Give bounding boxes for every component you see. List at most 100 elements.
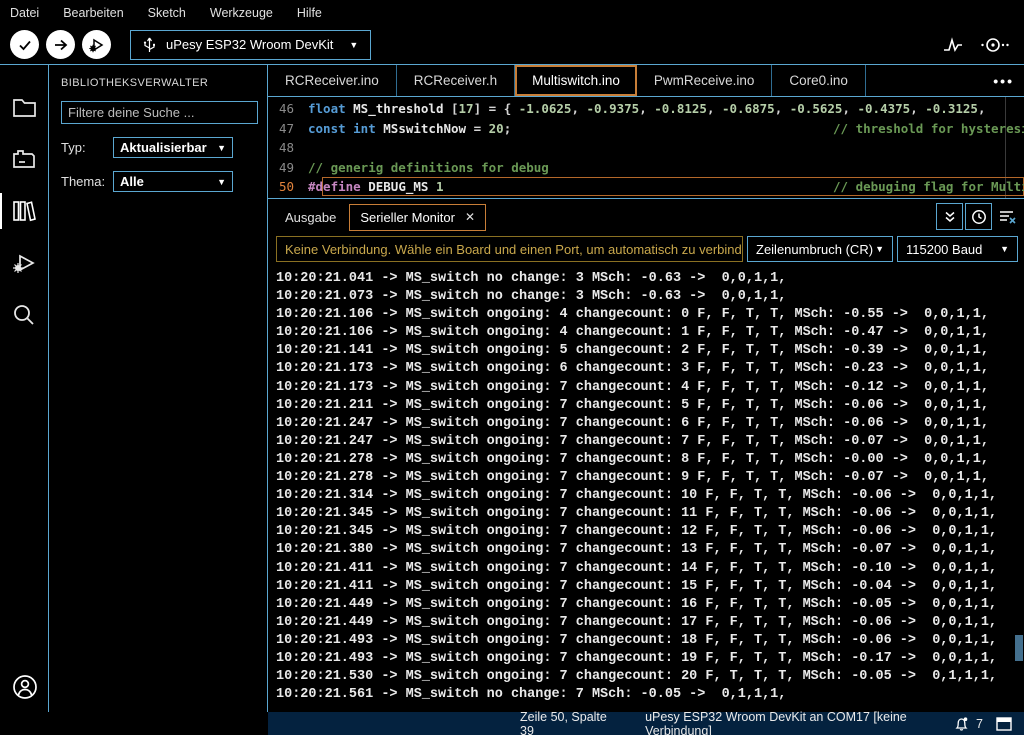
toggle-timestamp-button[interactable] bbox=[965, 203, 992, 230]
board-connection-status[interactable]: uPesy ESP32 Wroom DevKit an COM17 [keine… bbox=[645, 710, 954, 735]
serial-line: 10:20:21.411 -> MS_switch ongoing: 7 cha… bbox=[276, 578, 1024, 596]
serial-line: 10:20:21.530 -> MS_switch ongoing: 7 cha… bbox=[276, 668, 1024, 686]
chevron-down-icon: ▼ bbox=[1000, 244, 1009, 254]
tab-overflow-menu[interactable]: ••• bbox=[993, 65, 1014, 96]
serial-line: 10:20:21.314 -> MS_switch ongoing: 7 cha… bbox=[276, 487, 1024, 505]
code-text: const int MSswitchNow = 20; bbox=[308, 119, 511, 139]
serial-line: 10:20:21.345 -> MS_switch ongoing: 7 cha… bbox=[276, 523, 1024, 541]
library-manager-title: BIBLIOTHEKSVERWALTER bbox=[61, 77, 257, 89]
editor-tab-rcreceiver-ino[interactable]: RCReceiver.ino bbox=[268, 65, 397, 96]
menu-item-datei[interactable]: Datei bbox=[10, 6, 39, 20]
tab-output[interactable]: Ausgabe bbox=[285, 210, 336, 225]
code-text: float MS_threshold [17] = { -1.0625, -0.… bbox=[308, 99, 985, 119]
sidebar-item-sketchbook[interactable] bbox=[0, 81, 49, 133]
clear-output-button[interactable] bbox=[994, 203, 1020, 230]
line-ending-value: Zeilenumbruch (CR) bbox=[756, 242, 873, 257]
line-number: 47 bbox=[268, 119, 308, 139]
serial-line: 10:20:21.380 -> MS_switch ongoing: 7 cha… bbox=[276, 541, 1024, 559]
code-line-50: 50#define DEBUG_MS 1// debuging flag for… bbox=[268, 177, 1024, 197]
menu-item-bearbeiten[interactable]: Bearbeiten bbox=[63, 6, 123, 20]
topic-filter-dropdown[interactable]: Alle ▼ bbox=[113, 171, 233, 192]
chevron-down-icon: ▼ bbox=[875, 244, 884, 254]
board-icon bbox=[11, 148, 37, 170]
library-manager-panel: BIBLIOTHEKSVERWALTER Typ: Aktualisierbar… bbox=[49, 65, 268, 712]
cursor-position: Zeile 50, Spalte 39 bbox=[520, 710, 617, 735]
clear-output-icon bbox=[999, 209, 1016, 224]
serial-plotter-icon[interactable] bbox=[942, 36, 964, 54]
verify-button[interactable] bbox=[10, 30, 39, 59]
menu-item-hilfe[interactable]: Hilfe bbox=[297, 6, 322, 20]
sidebar-item-boards-manager[interactable] bbox=[0, 133, 49, 185]
serial-line: 10:20:21.173 -> MS_switch ongoing: 6 cha… bbox=[276, 360, 1024, 378]
code-line-48: 48 bbox=[268, 138, 1024, 158]
line-ending-dropdown[interactable]: Zeilenumbruch (CR) ▼ bbox=[747, 236, 893, 262]
code-editor[interactable]: 46float MS_threshold [17] = { -1.0625, -… bbox=[268, 97, 1024, 198]
editor-tab-multiswitch-ino[interactable]: Multiswitch.ino bbox=[515, 65, 637, 96]
serial-line: 10:20:21.106 -> MS_switch ongoing: 4 cha… bbox=[276, 324, 1024, 342]
collapse-panel-button[interactable] bbox=[936, 203, 963, 230]
topic-filter-label: Thema: bbox=[61, 174, 113, 189]
check-icon bbox=[17, 37, 33, 53]
activity-bar bbox=[0, 65, 49, 712]
account-button[interactable] bbox=[12, 674, 38, 700]
editor-tabstrip: RCReceiver.inoRCReceiver.hMultiswitch.in… bbox=[268, 65, 1024, 97]
trailing-comment: // debuging flag for Multiswitch bbox=[833, 177, 1024, 197]
line-number: 48 bbox=[268, 138, 308, 158]
topic-filter-value: Alle bbox=[120, 174, 144, 189]
serial-line: 10:20:21.247 -> MS_switch ongoing: 7 cha… bbox=[276, 433, 1024, 451]
serial-line: 10:20:21.211 -> MS_switch ongoing: 7 cha… bbox=[276, 397, 1024, 415]
serial-line: 10:20:21.449 -> MS_switch ongoing: 7 cha… bbox=[276, 614, 1024, 632]
serial-line: 10:20:21.141 -> MS_switch ongoing: 5 cha… bbox=[276, 342, 1024, 360]
sidebar-item-library-manager[interactable] bbox=[0, 185, 49, 237]
chevron-down-icon: ▼ bbox=[349, 40, 358, 50]
type-filter-value: Aktualisierbar bbox=[120, 140, 207, 155]
account-icon bbox=[12, 674, 38, 700]
line-number: 46 bbox=[268, 99, 308, 119]
chevron-down-icon: ▼ bbox=[217, 177, 226, 187]
bottom-panel: Ausgabe Serieller Monitor ✕ bbox=[268, 198, 1024, 712]
library-books-icon bbox=[11, 199, 37, 223]
library-search-input[interactable] bbox=[61, 101, 258, 124]
serial-monitor-icon[interactable] bbox=[980, 36, 1010, 54]
clock-icon bbox=[971, 209, 987, 225]
serial-line: 10:20:21.106 -> MS_switch ongoing: 4 cha… bbox=[276, 306, 1024, 324]
editor-tab-rcreceiver-h[interactable]: RCReceiver.h bbox=[397, 65, 515, 96]
close-icon[interactable]: ✕ bbox=[465, 210, 475, 224]
serial-line: 10:20:21.073 -> MS_switch no change: 3 M… bbox=[276, 288, 1024, 306]
editor-tab-core0-ino[interactable]: Core0.ino bbox=[772, 65, 866, 96]
baud-rate-dropdown[interactable]: 115200 Baud ▼ bbox=[897, 236, 1018, 262]
tab-serial-monitor[interactable]: Serieller Monitor ✕ bbox=[349, 204, 486, 231]
notification-count: 7 bbox=[976, 717, 983, 731]
baud-rate-value: 115200 Baud bbox=[906, 242, 982, 257]
status-bar: Zeile 50, Spalte 39 uPesy ESP32 Wroom De… bbox=[0, 712, 1024, 735]
serial-line: 10:20:21.493 -> MS_switch ongoing: 7 cha… bbox=[276, 650, 1024, 668]
serial-monitor-toolbar: Keine Verbindung. Wähle ein Board und ei… bbox=[268, 235, 1024, 267]
toggle-panel-icon[interactable] bbox=[996, 717, 1012, 731]
debug-icon bbox=[11, 251, 37, 275]
serial-line: 10:20:21.278 -> MS_switch ongoing: 7 cha… bbox=[276, 469, 1024, 487]
menu-item-werkzeuge[interactable]: Werkzeuge bbox=[210, 6, 273, 20]
trailing-comment: // threshold for hysteresis bbox=[833, 119, 1024, 139]
board-selector[interactable]: uPesy ESP32 Wroom DevKit ▼ bbox=[130, 30, 371, 60]
editor-tab-pwmreceive-ino[interactable]: PwmReceive.ino bbox=[637, 65, 773, 96]
debug-button[interactable] bbox=[82, 30, 111, 59]
upload-button[interactable] bbox=[46, 30, 75, 59]
serial-message-input[interactable]: Keine Verbindung. Wähle ein Board und ei… bbox=[276, 236, 743, 262]
toolbar: uPesy ESP32 Wroom DevKit ▼ bbox=[0, 25, 1024, 65]
menu-item-sketch[interactable]: Sketch bbox=[148, 6, 186, 20]
search-icon bbox=[12, 303, 36, 327]
serial-line: 10:20:21.561 -> MS_switch no change: 7 M… bbox=[276, 686, 1024, 704]
serial-line: 10:20:21.449 -> MS_switch ongoing: 7 cha… bbox=[276, 596, 1024, 614]
menubar: Datei Bearbeiten Sketch Werkzeuge Hilfe bbox=[0, 0, 1024, 25]
serial-line: 10:20:21.247 -> MS_switch ongoing: 7 cha… bbox=[276, 415, 1024, 433]
sidebar-item-debug[interactable] bbox=[0, 237, 49, 289]
notifications-bell-icon[interactable] bbox=[954, 716, 969, 732]
serial-output: 10:20:21.041 -> MS_switch no change: 3 M… bbox=[268, 267, 1024, 712]
code-text: #define DEBUG_MS 1 bbox=[308, 177, 443, 197]
sidebar-item-search[interactable] bbox=[0, 289, 49, 341]
scrollbar-thumb[interactable] bbox=[1015, 635, 1023, 661]
code-line-46: 46float MS_threshold [17] = { -1.0625, -… bbox=[268, 99, 1024, 119]
type-filter-dropdown[interactable]: Aktualisierbar ▼ bbox=[113, 137, 233, 158]
tab-serial-monitor-label: Serieller Monitor bbox=[360, 210, 455, 225]
serial-line: 10:20:21.173 -> MS_switch ongoing: 7 cha… bbox=[276, 379, 1024, 397]
